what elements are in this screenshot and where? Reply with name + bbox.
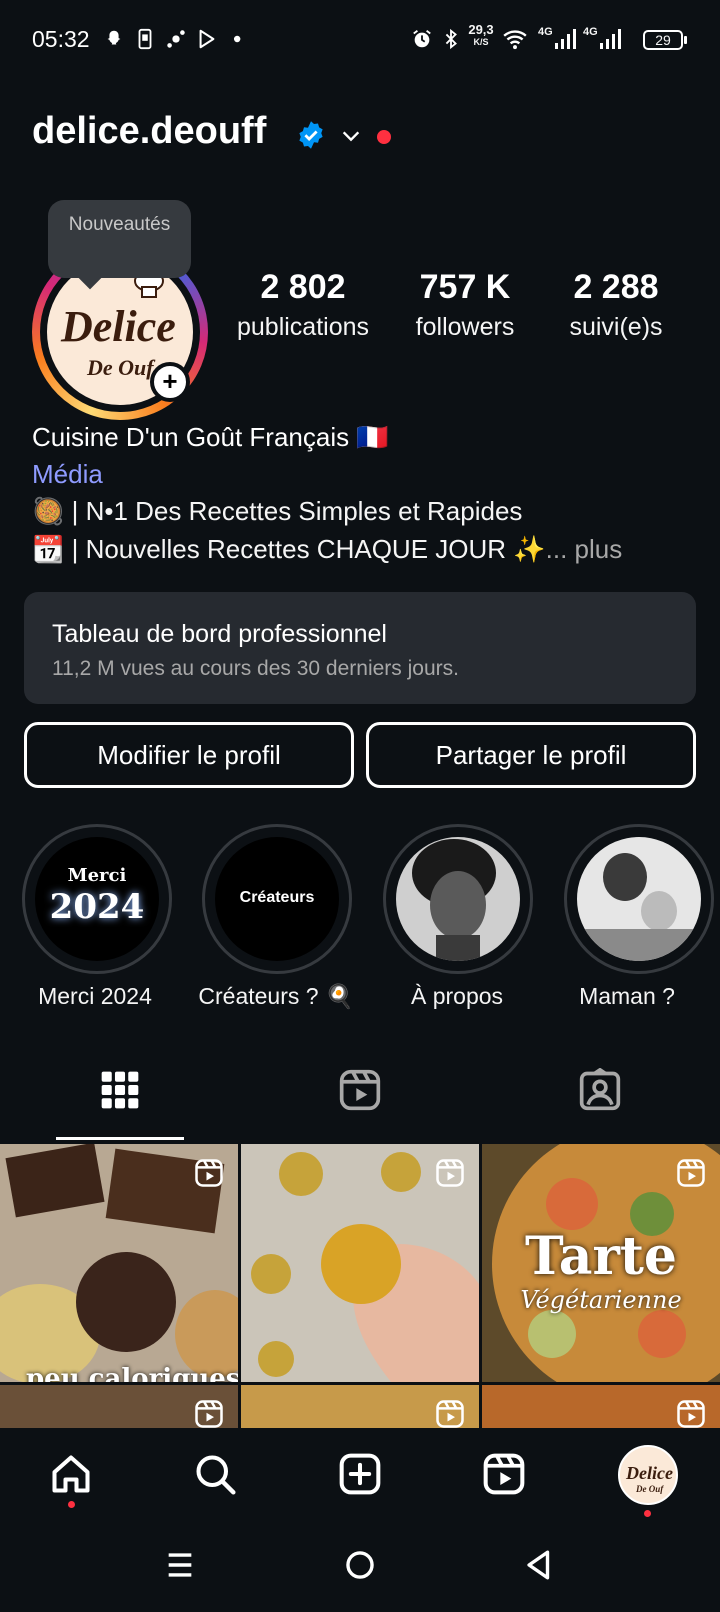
highlight-label: Créateurs ? 🍳 [198, 983, 354, 1009]
profile-activity-dot [644, 1510, 651, 1517]
bio-more-link[interactable]: ... plus [546, 534, 623, 564]
recent-apps-icon[interactable] [163, 1548, 197, 1582]
verified-badge-icon [299, 121, 323, 149]
signal-icon [555, 29, 576, 49]
screenshot-icon [138, 28, 152, 50]
chevron-down-icon[interactable] [340, 125, 362, 147]
network-speed: 29,3 K/S [466, 22, 496, 48]
reel-badge-icon [677, 1159, 705, 1187]
dot-icon [233, 35, 241, 43]
bio-category[interactable]: Média [32, 459, 103, 490]
notification-dot [377, 130, 391, 144]
highlight-cover-photo [577, 837, 701, 961]
bio-line-2: 📆 | Nouvelles Recettes CHAQUE JOUR ✨... … [32, 534, 622, 565]
back-icon[interactable] [522, 1548, 556, 1582]
avatar-logo-text-1: Delice [625, 1463, 673, 1483]
highlight-merci-2024[interactable]: Merci 2024 [22, 824, 172, 974]
profile-username[interactable]: delice.deouff [32, 110, 266, 153]
highlight-cover-line2: 2024 [49, 887, 145, 927]
status-time: 05:32 [32, 26, 90, 52]
dashboard-title: Tableau de bord professionnel [52, 620, 387, 648]
search-icon[interactable] [193, 1452, 237, 1496]
avatar-logo-text-2: De Ouf [635, 1484, 664, 1494]
reel-badge-icon [677, 1400, 705, 1428]
highlight-label: Maman ? [579, 983, 675, 1009]
stat-posts-label: publications [236, 313, 370, 341]
grid-icon[interactable] [98, 1068, 142, 1112]
reels-icon[interactable] [482, 1452, 526, 1496]
highlight-cover-photo [396, 837, 520, 961]
stat-followers-value: 757 K [419, 268, 511, 306]
mother-baby-photo [577, 853, 701, 961]
highlight-cover-line1: Merci [67, 865, 127, 886]
stat-posts-value: 2 802 [260, 268, 346, 306]
highlight-createurs[interactable]: Créateurs [202, 824, 352, 974]
battery-indicator: 29 [643, 30, 687, 50]
post-caption: peu caloriques [26, 1364, 238, 1382]
bluetooth-icon [445, 28, 457, 50]
reel-badge-icon [195, 1159, 223, 1187]
avatar-logo: Delice De Ouf [625, 1463, 673, 1494]
post-caption-title: Tarte [525, 1226, 677, 1287]
reels-icon[interactable] [338, 1068, 382, 1112]
avatar-logo-text-2: De Ouf [86, 355, 156, 380]
avatar-logo-text-1: Delice [60, 302, 176, 351]
stat-following[interactable]: 2 288 suivi(e)s [541, 268, 691, 342]
wifi-icon [503, 30, 527, 50]
post-thumbnail[interactable] [0, 1385, 238, 1428]
highlight-cover: Merci 2024 [35, 837, 159, 961]
highlight-maman[interactable] [564, 824, 714, 974]
bio-name: Cuisine D'un Goût Français 🇫🇷 [32, 422, 389, 452]
reel-badge-icon [436, 1159, 464, 1187]
signal-icon [600, 29, 621, 49]
home-icon[interactable] [49, 1452, 93, 1496]
tagged-icon[interactable] [578, 1068, 622, 1112]
stat-following-value: 2 288 [573, 268, 659, 306]
post-thumbnail[interactable]: Tarte Végétarienne [482, 1144, 720, 1382]
highlight-label: Merci 2024 [38, 983, 152, 1009]
network-speed-value: 29,3 [468, 22, 494, 37]
post-thumbnail[interactable] [482, 1385, 720, 1428]
home-button-icon[interactable] [343, 1548, 377, 1582]
network-label-1: 4G [538, 26, 553, 38]
highlight-cover: Créateurs [215, 837, 339, 961]
alarm-icon [413, 30, 431, 48]
stat-posts[interactable]: 2 802 publications [228, 268, 378, 342]
status-bar: 05:32 29,3 K/S 4G 4G 29 [0, 0, 720, 80]
create-icon[interactable] [338, 1452, 382, 1496]
person-photo [412, 839, 496, 961]
network-speed-unit: K/S [473, 37, 489, 47]
stat-following-label: suivi(e)s [569, 313, 663, 341]
edit-profile-button[interactable]: Modifier le profil [24, 722, 354, 788]
stat-followers-label: followers [415, 313, 515, 341]
network-label-2: 4G [583, 26, 598, 38]
home-activity-dot [68, 1501, 75, 1508]
dashboard-subtitle: 11,2 M vues au cours des 30 derniers jou… [52, 657, 459, 680]
highlight-a-propos[interactable] [383, 824, 533, 974]
active-tab-indicator [56, 1137, 184, 1140]
post-thumbnail[interactable]: peu caloriques [0, 1144, 238, 1382]
highlight-cover-line1: Créateurs [239, 889, 315, 906]
share-profile-button[interactable]: Partager le profil [366, 722, 696, 788]
post-thumbnail[interactable] [241, 1385, 479, 1428]
reel-badge-icon [195, 1400, 223, 1428]
new-story-tooltip: Nouveautés [48, 200, 191, 278]
post-thumbnail[interactable] [241, 1144, 479, 1382]
stat-followers[interactable]: 757 K followers [390, 268, 540, 342]
bio-line-2-text: 📆 | Nouvelles Recettes CHAQUE JOUR ✨ [32, 534, 546, 564]
profile-avatar[interactable]: Delice De Ouf [618, 1445, 678, 1505]
reel-badge-icon [436, 1400, 464, 1428]
snapchat-icon [107, 30, 121, 45]
add-story-button[interactable]: + [150, 362, 190, 402]
play-store-icon [199, 29, 215, 49]
post-caption-subtitle: Végétarienne [520, 1286, 682, 1314]
bio-line-1: 🥘 | N•1 Des Recettes Simples et Rapides [32, 496, 523, 526]
football-icon [167, 30, 185, 48]
highlight-label: À propos [410, 983, 504, 1009]
